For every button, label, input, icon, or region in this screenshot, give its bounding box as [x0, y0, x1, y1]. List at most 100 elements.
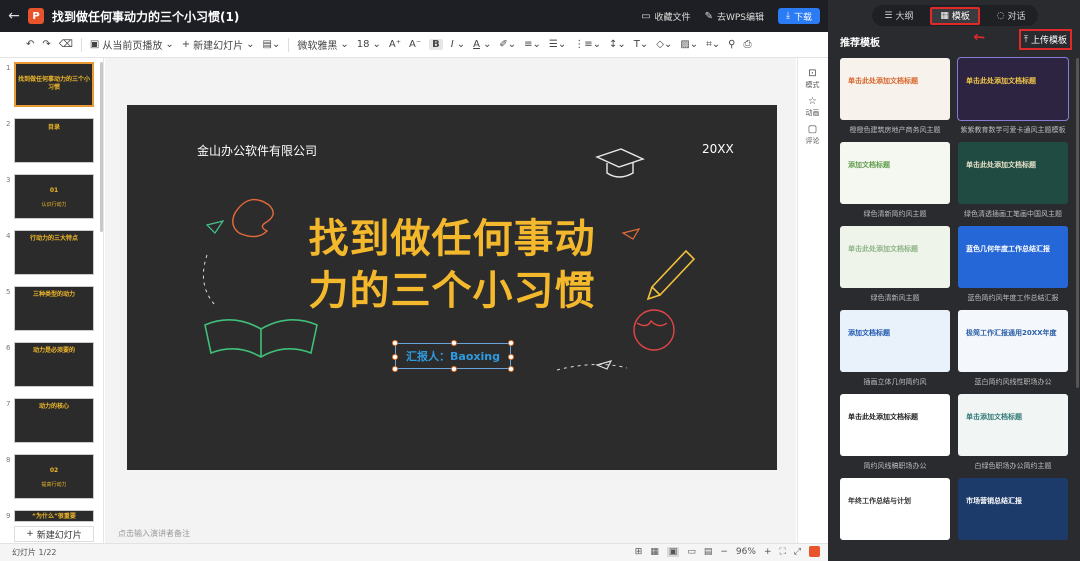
- slide-thumbnail[interactable]: 找到做任何事动力的三个小习惯: [14, 62, 94, 107]
- highlight-icon[interactable]: ✐⌄: [499, 39, 516, 50]
- slide-thumbnail[interactable]: 02 提高行动力: [14, 454, 94, 499]
- resize-handle[interactable]: [508, 340, 514, 346]
- resize-handle[interactable]: [508, 354, 514, 360]
- search-icon[interactable]: ⚲: [728, 39, 735, 50]
- thumbnail-row[interactable]: 1 找到做任何事动力的三个小习惯: [0, 62, 103, 110]
- new-slide-button[interactable]: + 新建幻灯片: [14, 526, 94, 542]
- bookmark-file-button[interactable]: ▭ 收藏文件: [641, 10, 690, 23]
- slide-thumbnail[interactable]: 动力是必须要的: [14, 342, 94, 387]
- template-card[interactable]: 单击此处添加文档标题 紫紫教育数学可爱卡通风主题模板: [957, 57, 1069, 135]
- reading-view-icon[interactable]: ▭: [687, 547, 696, 557]
- thumbnail-row[interactable]: 2 目录: [0, 118, 103, 166]
- line-spacing-icon[interactable]: ↕⌄: [609, 39, 626, 50]
- grid-view-icon[interactable]: ⊞: [635, 547, 643, 557]
- sorter-view-icon[interactable]: ▦: [650, 547, 659, 557]
- template-card[interactable]: 极简工作汇报通用20XX年度 蓝白简约风线性职场办公: [958, 310, 1068, 387]
- image-icon[interactable]: ▨⌄: [680, 39, 698, 50]
- slide-thumbnail[interactable]: 目录: [14, 118, 94, 163]
- numbered-list-icon[interactable]: ⋮≡⌄: [574, 39, 601, 50]
- template-card[interactable]: 单击此处添加文档标题 绿色清透插画工笔画中国风主题: [958, 142, 1068, 219]
- slide-headline[interactable]: 找到做任何事动 力的三个小习惯: [127, 213, 777, 317]
- slide-thumbnail[interactable]: 01 认识行动力: [14, 174, 94, 219]
- thumbnail-scrollbar[interactable]: [100, 62, 103, 232]
- fit-icon[interactable]: ⛶: [779, 547, 785, 557]
- slide-thumbnail[interactable]: “为什么”很重要: [14, 510, 94, 522]
- layout-icon[interactable]: ▤⌄: [263, 39, 281, 50]
- comment-button[interactable]: ▢ 评论: [798, 124, 827, 146]
- resize-handle[interactable]: [451, 340, 457, 346]
- reporter-text-box[interactable]: 汇报人：Baoxing: [392, 340, 514, 372]
- upload-template-button[interactable]: ⤒ 上传模板: [1019, 29, 1072, 50]
- font-size-select[interactable]: 18 ⌄: [357, 39, 381, 50]
- resize-handle[interactable]: [392, 340, 398, 346]
- list-icon[interactable]: ☰⌄: [549, 39, 566, 50]
- slide-thumbnail[interactable]: 行动力的三大特点: [14, 230, 94, 275]
- tab-outline[interactable]: ☰ 大纲: [876, 7, 921, 25]
- template-card[interactable]: 添加文档标题 插画立体几何简约风: [840, 310, 950, 387]
- year-label[interactable]: 20XX: [702, 142, 734, 156]
- play-from-current-button[interactable]: ▣ 从当前页播放 ⌄: [90, 37, 174, 52]
- template-card[interactable]: 单击此处添加文档标题 橙橙色建筑房地产商务风主题: [840, 58, 950, 135]
- font-color-icon[interactable]: A ⌄: [473, 39, 491, 50]
- zoom-in-icon[interactable]: +: [764, 547, 772, 557]
- format-painter-icon[interactable]: ⌫: [59, 39, 73, 50]
- template-card[interactable]: 蓝色几何年度工作总结汇报 蓝色简约风年度工作总结汇报: [958, 226, 1068, 303]
- notes-view-icon[interactable]: ▤: [704, 547, 713, 557]
- template-card[interactable]: 单击此处添加文档标题 绿色清新风主题: [840, 226, 950, 303]
- align-icon[interactable]: ≡⌄: [524, 39, 541, 50]
- resize-handle[interactable]: [392, 366, 398, 372]
- italic-icon[interactable]: I ⌄: [451, 39, 465, 50]
- template-thumbnail[interactable]: 添加文档标题: [840, 310, 950, 372]
- template-card[interactable]: 市场营销总结汇报: [958, 478, 1068, 545]
- redo-icon[interactable]: ↷: [42, 39, 50, 50]
- fullscreen-icon[interactable]: ⤢: [794, 547, 801, 557]
- template-card[interactable]: 年终工作总结与计划: [840, 478, 950, 545]
- speaker-notes-input[interactable]: 点击输入演讲者备注: [118, 528, 190, 539]
- template-thumbnail[interactable]: 添加文档标题: [840, 142, 950, 204]
- mode-button[interactable]: ⊡ 模式: [798, 68, 827, 90]
- normal-view-icon[interactable]: ▣: [666, 546, 680, 557]
- tab-template[interactable]: ▦ 模板: [930, 6, 980, 25]
- template-thumbnail[interactable]: 极简工作汇报通用20XX年度: [958, 310, 1068, 372]
- thumbnail-row[interactable]: 3 01 认识行动力: [0, 174, 103, 222]
- template-thumbnail[interactable]: 单击此处添加文档标题: [840, 226, 950, 288]
- thumbnail-row[interactable]: 6 动力是必须要的: [0, 342, 103, 390]
- template-thumbnail[interactable]: 市场营销总结汇报: [958, 478, 1068, 540]
- resize-handle[interactable]: [392, 354, 398, 360]
- template-thumbnail[interactable]: 单击此处添加文档标题: [957, 57, 1069, 121]
- template-card[interactable]: 单击此处添加文档标题 简约风线稿职场办公: [840, 394, 950, 471]
- tab-chat[interactable]: ◌ 对话: [989, 7, 1034, 25]
- template-thumbnail[interactable]: 单击此处添加文档标题: [840, 58, 950, 120]
- undo-icon[interactable]: ↶: [26, 39, 34, 50]
- template-thumbnail[interactable]: 单击此处添加文档标题: [958, 142, 1068, 204]
- crop-icon[interactable]: ⌗⌄: [706, 39, 720, 50]
- slide-thumbnail[interactable]: 三种类型的动力: [14, 286, 94, 331]
- template-thumbnail[interactable]: 蓝色几何年度工作总结汇报: [958, 226, 1068, 288]
- decrease-font-icon[interactable]: A⁻: [409, 39, 421, 50]
- bold-icon[interactable]: B: [429, 39, 443, 50]
- resize-handle[interactable]: [451, 366, 457, 372]
- thumbnail-row[interactable]: 7 动力的核心: [0, 398, 103, 446]
- new-slide-toolbar-button[interactable]: + 新建幻灯片 ⌄: [182, 37, 255, 52]
- resize-handle[interactable]: [508, 366, 514, 372]
- thumbnail-row[interactable]: 5 三种类型的动力: [0, 286, 103, 334]
- zoom-level[interactable]: 96%: [736, 547, 756, 557]
- text-box-icon[interactable]: T⌄: [634, 39, 649, 50]
- template-card[interactable]: 添加文档标题 绿色清新简约风主题: [840, 142, 950, 219]
- play-slideshow-icon[interactable]: [809, 546, 820, 557]
- zoom-out-icon[interactable]: −: [720, 547, 728, 557]
- font-family-select[interactable]: 微软雅黑 ⌄: [297, 37, 348, 52]
- template-thumbnail[interactable]: 单击添加文档标题: [958, 394, 1068, 456]
- increase-font-icon[interactable]: A⁺: [389, 39, 401, 50]
- back-arrow-icon[interactable]: ←: [0, 8, 28, 24]
- company-name[interactable]: 金山办公软件有限公司: [197, 142, 317, 159]
- shape-icon[interactable]: ◇⌄: [656, 39, 672, 50]
- animation-button[interactable]: ☆ 动画: [798, 96, 827, 118]
- template-scrollbar[interactable]: [1076, 58, 1079, 388]
- thumbnail-row[interactable]: 4 行动力的三大特点: [0, 230, 103, 278]
- edit-in-wps-button[interactable]: ✎ 去WPS编辑: [705, 10, 764, 23]
- template-card[interactable]: 单击添加文档标题 白绿色职场办公简约主题: [958, 394, 1068, 471]
- download-button[interactable]: ⤓ 下载: [778, 8, 820, 24]
- slide-thumbnail[interactable]: 动力的核心: [14, 398, 94, 443]
- current-slide[interactable]: 金山办公软件有限公司 20XX 找到做任何事动 力的三个小习惯 汇报人：Baox…: [127, 105, 777, 470]
